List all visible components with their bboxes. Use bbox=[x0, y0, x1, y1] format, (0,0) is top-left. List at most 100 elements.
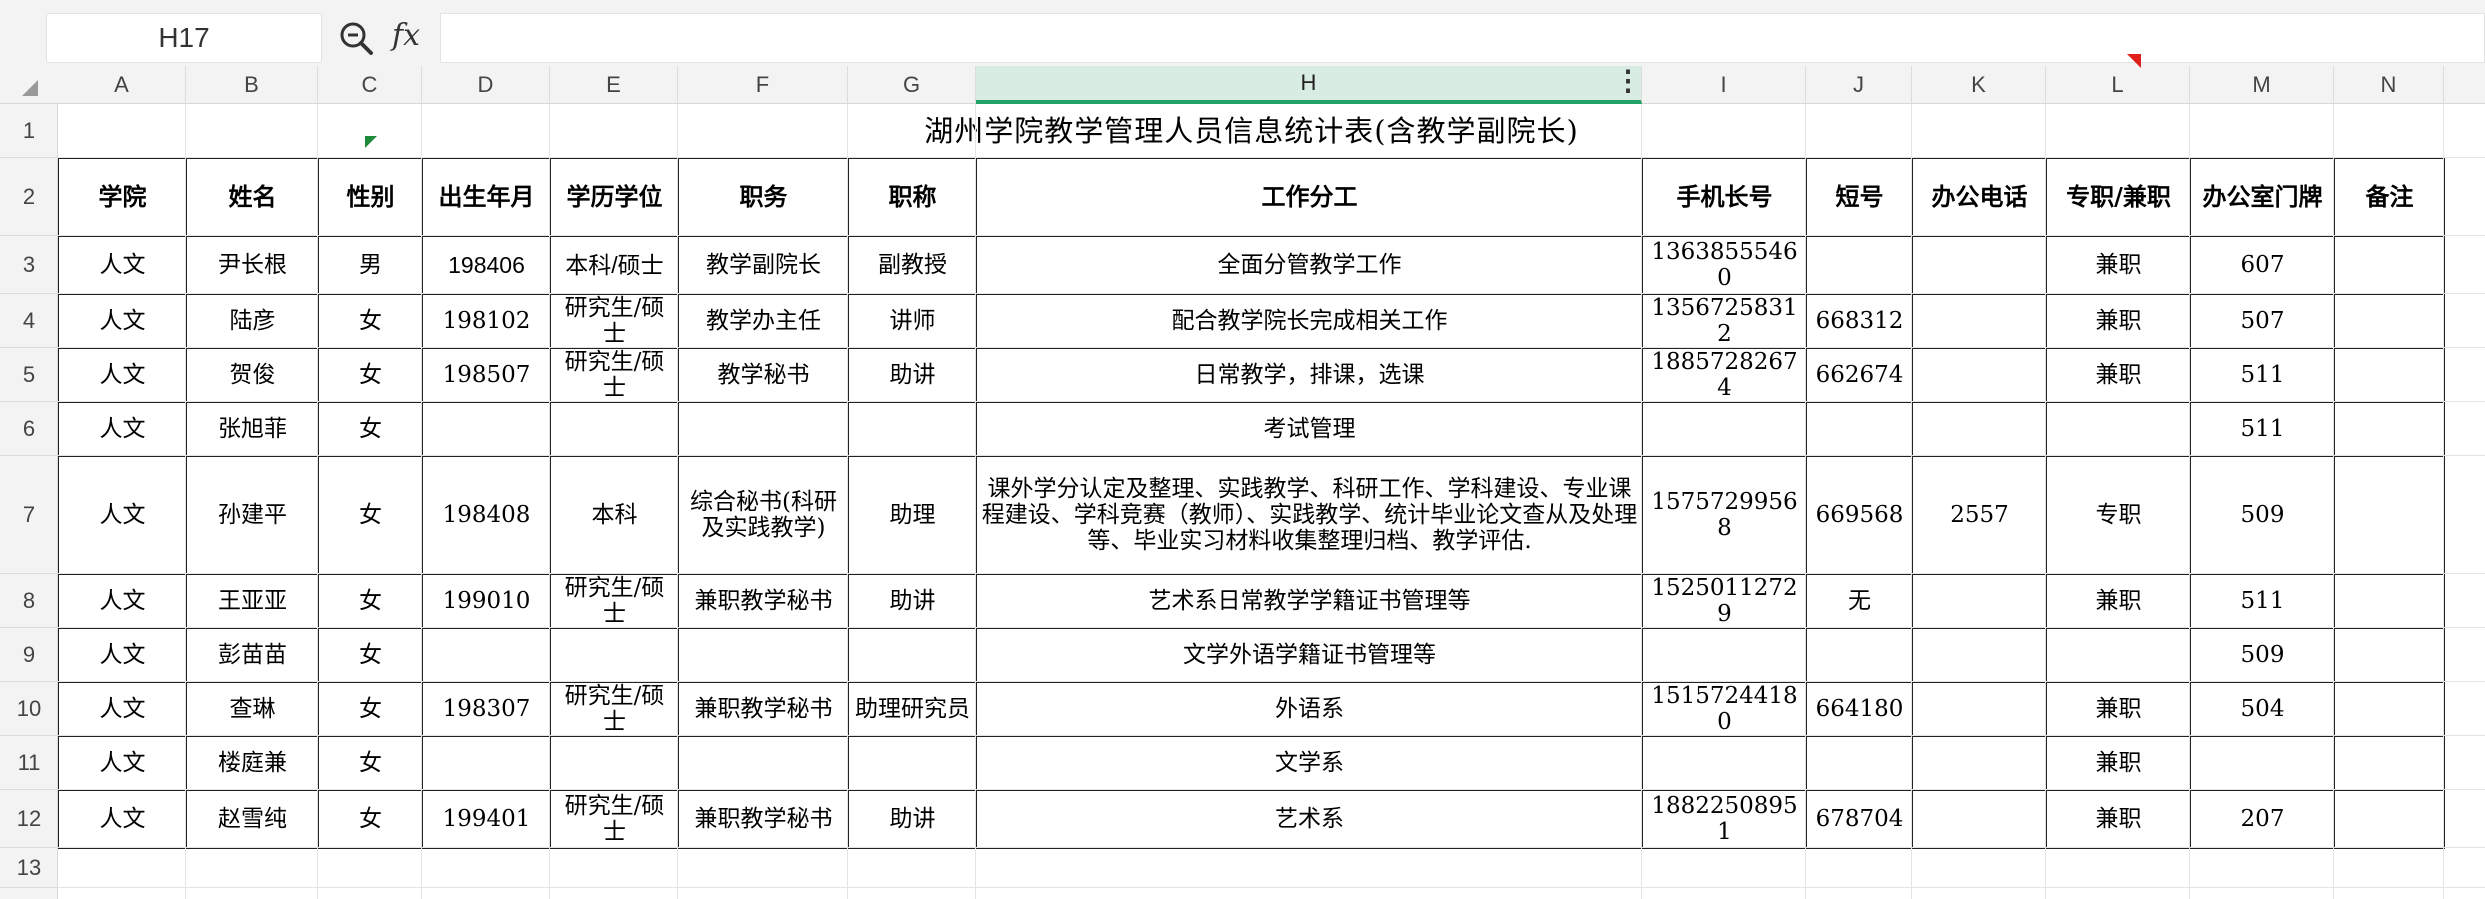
table-cell[interactable]: 教学办主任 bbox=[678, 293, 849, 349]
table-cell[interactable] bbox=[2333, 293, 2446, 349]
table-cell[interactable] bbox=[422, 627, 551, 683]
table-cell[interactable] bbox=[1806, 735, 1913, 791]
table-cell[interactable] bbox=[1642, 627, 1807, 683]
table-cell[interactable]: 尹长根 bbox=[186, 235, 319, 295]
table-cell[interactable]: 人文 bbox=[58, 347, 187, 403]
table-cell[interactable]: 贺俊 bbox=[186, 347, 319, 403]
table-cell[interactable] bbox=[2046, 627, 2191, 683]
table-cell[interactable]: 本科 bbox=[550, 455, 679, 575]
table-cell[interactable]: 兼职 bbox=[2046, 789, 2191, 849]
column-header-a[interactable]: A bbox=[58, 66, 186, 104]
table-cell[interactable]: 668312 bbox=[1806, 293, 1913, 349]
table-cell[interactable]: 研究生/硕士 bbox=[550, 573, 679, 629]
table-cell[interactable]: 女 bbox=[318, 455, 423, 575]
table-cell[interactable] bbox=[1912, 681, 2047, 737]
table-cell[interactable] bbox=[1912, 293, 2047, 349]
table-cell[interactable]: 专职 bbox=[2046, 455, 2191, 575]
table-cell[interactable] bbox=[2333, 681, 2446, 737]
header-cell[interactable]: 短号 bbox=[1806, 157, 1913, 237]
table-cell[interactable]: 504 bbox=[2190, 681, 2335, 737]
table-cell[interactable]: 无 bbox=[1806, 573, 1913, 629]
table-cell[interactable]: 662674 bbox=[1806, 347, 1913, 403]
formula-input[interactable] bbox=[440, 13, 2485, 63]
header-cell[interactable]: 工作分工 bbox=[976, 157, 1643, 237]
table-cell[interactable]: 综合秘书(科研及实践教学) bbox=[678, 455, 849, 575]
table-cell[interactable] bbox=[1642, 735, 1807, 791]
table-cell[interactable]: 楼庭兼 bbox=[186, 735, 319, 791]
table-cell[interactable] bbox=[550, 401, 679, 457]
table-cell[interactable]: 兼职 bbox=[2046, 235, 2191, 295]
sheet-grid[interactable]: 湖州学院教学管理人员信息统计表(含教学副院长) 学院 姓名 性别 出生年月 学历学位 职务职… bbox=[58, 104, 2485, 899]
table-cell[interactable]: 女 bbox=[318, 681, 423, 737]
table-cell[interactable]: 女 bbox=[318, 347, 423, 403]
row-header-13[interactable]: 13 bbox=[0, 848, 58, 888]
column-header-i[interactable]: I bbox=[1642, 66, 1806, 104]
column-header-e[interactable]: E bbox=[550, 66, 678, 104]
table-cell[interactable]: 助理研究员 bbox=[848, 681, 977, 737]
row-header-2[interactable]: 2 bbox=[0, 158, 58, 236]
table-cell[interactable]: 13567258312 bbox=[1642, 293, 1807, 349]
table-cell[interactable]: 511 bbox=[2190, 573, 2335, 629]
header-cell[interactable]: 办公室门牌 bbox=[2190, 157, 2335, 237]
row-header-8[interactable]: 8 bbox=[0, 574, 58, 628]
table-cell[interactable]: 人文 bbox=[58, 735, 187, 791]
table-cell[interactable] bbox=[848, 735, 977, 791]
table-cell[interactable] bbox=[1912, 401, 2047, 457]
table-cell[interactable]: 15250112729 bbox=[1642, 573, 1807, 629]
select-all-corner[interactable] bbox=[22, 80, 38, 96]
table-cell[interactable]: 赵雪纯 bbox=[186, 789, 319, 849]
table-cell[interactable]: 人文 bbox=[58, 235, 187, 295]
table-cell[interactable]: 607 bbox=[2190, 235, 2335, 295]
table-cell[interactable] bbox=[1912, 789, 2047, 849]
header-cell[interactable]: 职称 bbox=[848, 157, 977, 237]
table-cell[interactable]: 15757299568 bbox=[1642, 455, 1807, 575]
table-cell[interactable]: 兼职 bbox=[2046, 293, 2191, 349]
table-cell[interactable]: 199401 bbox=[422, 789, 551, 849]
cell-comment-marker[interactable] bbox=[2127, 54, 2141, 68]
table-cell[interactable]: 查琳 bbox=[186, 681, 319, 737]
row-header-1[interactable]: 1 bbox=[0, 104, 58, 158]
header-cell[interactable]: 专职/兼职 bbox=[2046, 157, 2191, 237]
table-cell[interactable] bbox=[2333, 573, 2446, 629]
table-cell[interactable] bbox=[678, 627, 849, 683]
header-cell[interactable]: 出生年月 bbox=[422, 157, 551, 237]
table-cell[interactable]: 研究生/硕士 bbox=[550, 293, 679, 349]
table-cell[interactable] bbox=[2333, 455, 2446, 575]
column-header-f[interactable]: F bbox=[678, 66, 848, 104]
table-cell[interactable]: 507 bbox=[2190, 293, 2335, 349]
table-cell[interactable]: 人文 bbox=[58, 573, 187, 629]
table-cell[interactable]: 人文 bbox=[58, 627, 187, 683]
header-cell[interactable]: 性别 bbox=[318, 157, 423, 237]
table-cell[interactable]: 助讲 bbox=[848, 789, 977, 849]
header-cell[interactable]: 学历学位 bbox=[550, 157, 679, 237]
header-cell[interactable]: 职务 bbox=[678, 157, 849, 237]
table-cell[interactable]: 女 bbox=[318, 401, 423, 457]
table-cell[interactable]: 教学秘书 bbox=[678, 347, 849, 403]
table-cell[interactable]: 助理 bbox=[848, 455, 977, 575]
row-header-12[interactable]: 12 bbox=[0, 790, 58, 848]
table-cell[interactable]: 199010 bbox=[422, 573, 551, 629]
table-cell[interactable]: 兼职 bbox=[2046, 347, 2191, 403]
table-cell[interactable]: 兼职教学秘书 bbox=[678, 573, 849, 629]
table-cell[interactable] bbox=[678, 735, 849, 791]
table-cell[interactable] bbox=[2333, 347, 2446, 403]
table-cell[interactable]: 本科/硕士 bbox=[550, 235, 679, 295]
table-cell[interactable]: 讲师 bbox=[848, 293, 977, 349]
table-cell[interactable]: 18822508951 bbox=[1642, 789, 1807, 849]
table-cell[interactable]: 文学系 bbox=[976, 735, 1643, 791]
table-cell[interactable]: 兼职 bbox=[2046, 681, 2191, 737]
table-cell[interactable] bbox=[1806, 627, 1913, 683]
table-cell[interactable]: 教学副院长 bbox=[678, 235, 849, 295]
table-cell[interactable] bbox=[2046, 401, 2191, 457]
table-cell[interactable]: 副教授 bbox=[848, 235, 977, 295]
column-header-h[interactable]: H bbox=[976, 66, 1642, 104]
function-fx-icon[interactable]: fx bbox=[392, 18, 426, 54]
table-cell[interactable]: 511 bbox=[2190, 347, 2335, 403]
table-cell[interactable]: 彭苗苗 bbox=[186, 627, 319, 683]
table-cell[interactable]: 509 bbox=[2190, 627, 2335, 683]
table-cell[interactable] bbox=[848, 627, 977, 683]
table-cell[interactable]: 艺术系 bbox=[976, 789, 1643, 849]
table-cell[interactable]: 女 bbox=[318, 627, 423, 683]
table-cell[interactable]: 兼职教学秘书 bbox=[678, 789, 849, 849]
table-cell[interactable]: 孙建平 bbox=[186, 455, 319, 575]
